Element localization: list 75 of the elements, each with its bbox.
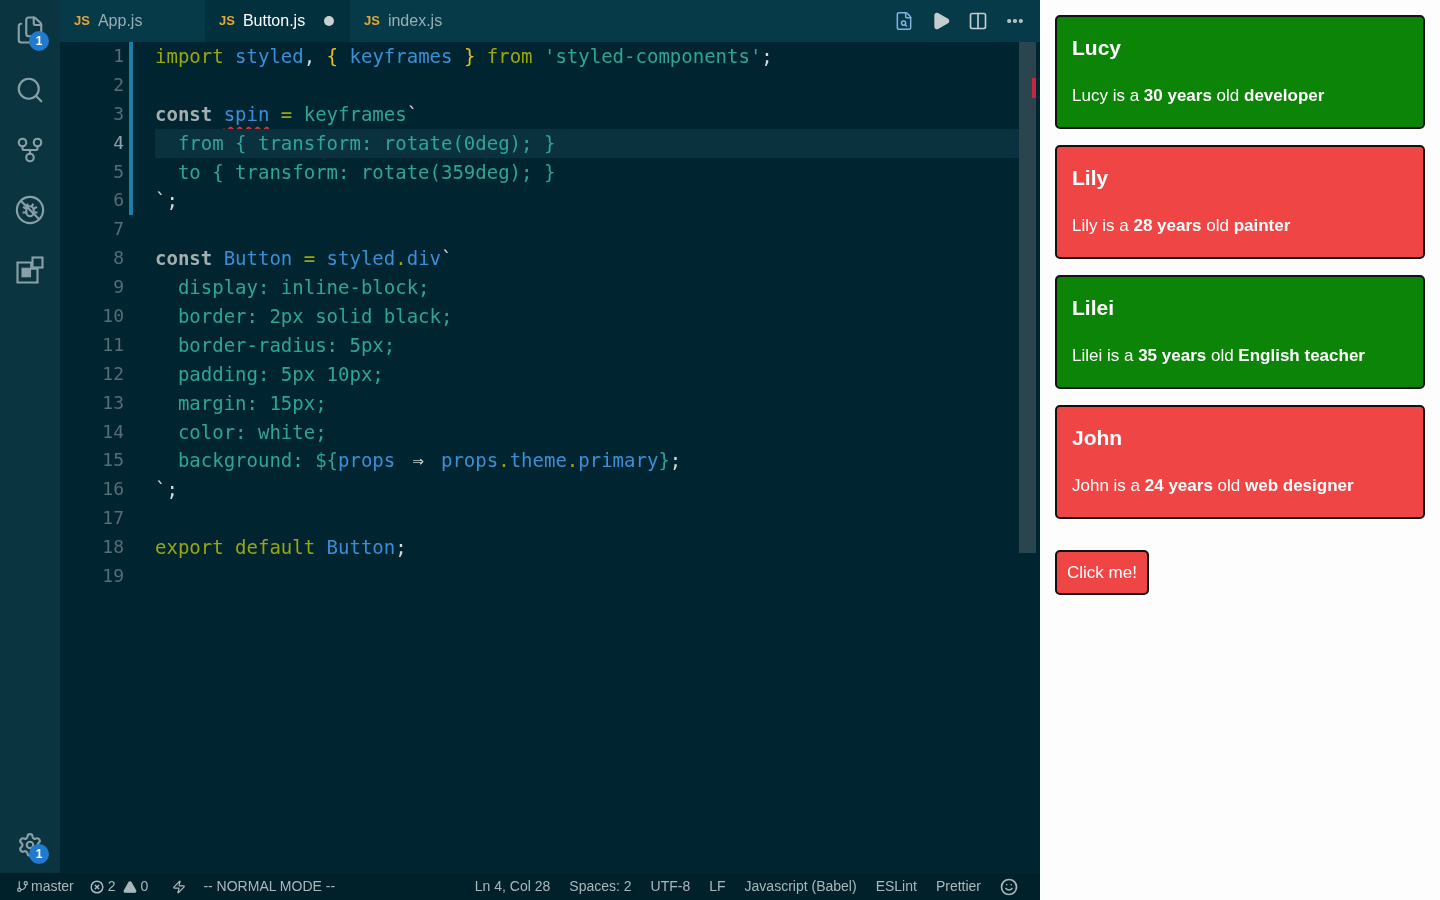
files-icon[interactable] bbox=[15, 15, 45, 45]
problems-button[interactable]: 2 0 bbox=[89, 876, 149, 897]
line-number: 7 bbox=[112, 217, 124, 242]
code-line: background: ${props ⇒ props.theme.primary}; bbox=[176, 449, 682, 472]
blocks-icon[interactable] bbox=[15, 255, 45, 285]
line-number: 17 bbox=[101, 506, 124, 531]
card-description: John is a 24 years old web designer bbox=[1072, 476, 1355, 496]
code-line: color: white; bbox=[176, 420, 327, 443]
file-type-label: JS bbox=[364, 12, 380, 31]
code-line: export default Button; bbox=[155, 536, 407, 559]
code-line: display: inline-block; bbox=[176, 276, 430, 299]
line-number: 8 bbox=[112, 246, 124, 271]
line-number: 2 bbox=[112, 72, 124, 97]
editor-tab[interactable]: JS Button.js bbox=[205, 0, 350, 42]
line-number: 14 bbox=[101, 419, 124, 444]
line-number: 10 bbox=[101, 304, 124, 328]
error-icon bbox=[89, 879, 104, 894]
play-icon[interactable] bbox=[931, 11, 951, 31]
code-line: `; bbox=[155, 478, 178, 501]
card-title: John bbox=[1072, 426, 1124, 450]
code-line: `; bbox=[155, 189, 178, 212]
line-number: 11 bbox=[101, 332, 124, 357]
line-number: 1 bbox=[112, 44, 124, 68]
error-marker bbox=[1032, 78, 1036, 98]
status-item[interactable]: UTF-8 bbox=[650, 876, 691, 897]
status-item[interactable]: Javascript (Babel) bbox=[744, 876, 857, 897]
notification-badge: 1 bbox=[29, 31, 49, 51]
settings-icon[interactable] bbox=[17, 832, 43, 858]
code-line: from { transform: rotate(0deg); } bbox=[176, 131, 556, 154]
vim-mode-label: -- NORMAL MODE -- bbox=[203, 877, 336, 896]
line-number: 6 bbox=[112, 188, 124, 213]
code-line: padding: 5px 10px; bbox=[176, 362, 384, 385]
line-number: 15 bbox=[101, 448, 124, 473]
card-description: Lilei is a 35 years old English teacher bbox=[1072, 346, 1366, 366]
card-title: Lucy bbox=[1072, 36, 1122, 60]
code-line: border-radius: 5px; bbox=[176, 333, 396, 356]
code-line: import styled, { keyframes } from 'styled-components'; bbox=[155, 45, 773, 67]
status-item[interactable]: Spaces: 2 bbox=[569, 876, 632, 897]
line-number: 19 bbox=[101, 564, 124, 589]
line-number: 5 bbox=[112, 159, 124, 184]
line-number: 16 bbox=[101, 477, 124, 502]
code-line: border: 2px solid black; bbox=[176, 305, 453, 327]
branch-icon bbox=[16, 880, 29, 893]
card-description: Lucy is a 30 years old developer bbox=[1072, 86, 1326, 106]
line-number: 13 bbox=[101, 390, 124, 415]
code-line: const spin = keyframes` bbox=[155, 102, 419, 125]
line-number: 3 bbox=[112, 101, 124, 126]
click-button[interactable]: Click me! bbox=[1055, 550, 1149, 595]
split-columns-icon[interactable] bbox=[968, 11, 988, 31]
line-number: 18 bbox=[101, 535, 124, 560]
fork-icon[interactable] bbox=[15, 135, 45, 165]
status-item[interactable]: ESLint bbox=[875, 876, 917, 897]
search-icon[interactable] bbox=[15, 75, 45, 105]
branch-button[interactable]: master bbox=[16, 876, 74, 897]
file-type-label: JS bbox=[219, 12, 235, 31]
card-description: Lily is a 28 years old painter bbox=[1072, 216, 1292, 236]
line-number: 4 bbox=[112, 130, 124, 155]
status-item[interactable]: LF bbox=[709, 876, 726, 897]
smiley-icon[interactable] bbox=[1000, 877, 1018, 896]
notification-badge: 1 bbox=[29, 844, 49, 864]
warning-icon bbox=[122, 879, 137, 894]
line-number: 12 bbox=[101, 361, 124, 386]
file-type-label: JS bbox=[74, 12, 90, 31]
code-line: margin: 15px; bbox=[176, 391, 327, 414]
scrollbar-thumb[interactable] bbox=[1019, 42, 1036, 553]
file-search-icon[interactable] bbox=[894, 11, 914, 31]
no-bug-icon[interactable] bbox=[15, 195, 45, 225]
status-item[interactable]: Prettier bbox=[935, 876, 981, 897]
card-title: Lily bbox=[1072, 166, 1110, 190]
code-line: to { transform: rotate(359deg); } bbox=[176, 160, 556, 183]
lightning-icon[interactable] bbox=[172, 879, 187, 894]
card-title: Lilei bbox=[1072, 296, 1115, 320]
status-item[interactable]: Ln 4, Col 28 bbox=[474, 876, 551, 897]
line-number: 9 bbox=[112, 275, 124, 300]
code-line: const Button = styled.div` bbox=[155, 247, 453, 270]
